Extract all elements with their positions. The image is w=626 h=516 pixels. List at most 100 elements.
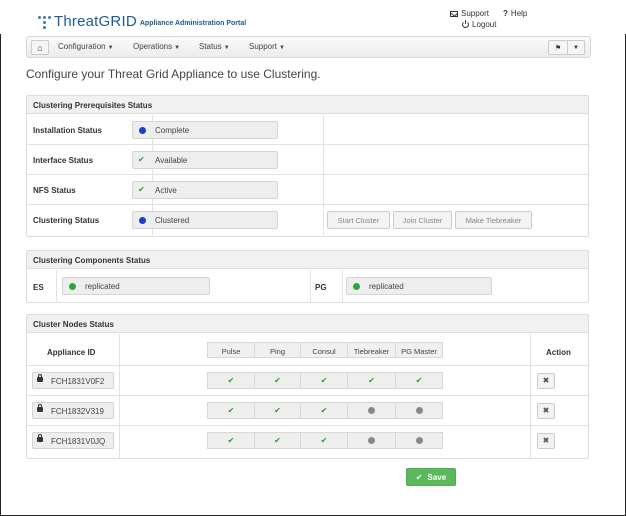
check-icon: ✔ [227,436,235,445]
pulse-status: ✔ [207,402,255,419]
tiebreaker-status [347,402,396,419]
gray-dot-icon [368,407,375,414]
nav-operations[interactable]: Operations ▼ [133,42,180,51]
row-label: Clustering Status [33,216,100,225]
close-icon: ✖ [542,406,550,415]
row-label: Installation Status [33,126,102,135]
row-label: Interface Status [33,156,94,165]
field-value: Clustered [155,216,190,225]
check-icon: ✔ [320,406,328,415]
save-button[interactable]: ✔ Save [406,468,456,486]
check-icon: ✔ [320,376,328,385]
flag-button[interactable]: ⚑ [548,40,568,55]
caret-down-icon: ▼ [107,45,114,51]
check-icon: ✔ [274,406,281,415]
app-header: ThreatGRID Appliance Administration Port… [0,0,626,34]
appliance-id-header: Appliance ID [47,348,96,357]
gray-dot-icon [415,437,423,444]
col-header-ping: Ping [254,342,301,358]
gray-dot-icon [368,437,375,444]
nodes-panel-title: Cluster Nodes Status [27,315,588,333]
help-link[interactable]: ? Help [503,9,527,18]
green-dot-icon [353,283,360,290]
appliance-id-value: FCH1831V0JQ [51,437,106,446]
help-link-label: Help [510,9,528,18]
save-button-label: Save [427,472,447,482]
caret-down-icon: ▼ [573,44,579,51]
logo-text: ThreatGRID [54,13,137,30]
tiebreaker-status [347,432,396,449]
join-cluster-button[interactable]: Join Cluster [393,211,452,229]
check-icon: ✔ [320,436,328,445]
check-icon: ✔ [274,376,281,385]
nodes-panel: Cluster Nodes Status Appliance ID Pulse … [26,314,589,459]
components-panel-title: Clustering Components Status [27,251,588,269]
table-row: FCH1831V0JQ ✔ ✔ ✔ ✖ [27,425,588,455]
pg-status-field: replicated [346,277,492,295]
caret-down-icon: ▼ [279,45,285,51]
remove-node-button[interactable]: ✖ [537,403,555,419]
appliance-id-field: FCH1831V0F2 [32,372,114,389]
prereq-panel: Clustering Prerequisites Status Installa… [26,95,589,237]
make-tiebreaker-button[interactable]: Make Tiebreaker [455,211,532,229]
support-link-label: Support [461,9,490,18]
nav-operations-label: Operations [133,42,173,51]
question-icon: ? [503,9,508,18]
check-icon: ✔ [274,436,281,445]
prereq-row-nfs: NFS Status ✔ Active [27,175,588,205]
es-status-field: replicated [62,277,210,295]
start-cluster-button[interactable]: Start Cluster [327,211,390,229]
nav-configuration[interactable]: Configuration ▼ [58,42,114,51]
clustering-status-field: Clustered [132,211,278,229]
threatgrid-logo: ThreatGRID Appliance Administration Port… [38,10,246,30]
pulse-status: ✔ [207,372,255,389]
caret-down-icon: ▼ [174,45,181,51]
flag-icon: ⚑ [554,44,562,52]
close-icon: ✖ [542,376,550,385]
check-icon: ✔ [415,472,423,482]
remove-node-button[interactable]: ✖ [537,433,555,449]
check-icon: ✔ [227,406,235,415]
check-icon: ✔ [138,155,145,164]
field-value: Available [155,156,188,165]
col-header-tiebreaker: Tiebreaker [347,342,396,358]
field-value: Active [155,186,177,195]
interface-status-field: ✔ Available [132,151,278,169]
nav-support[interactable]: Support ▼ [249,42,285,51]
lock-icon [37,374,43,382]
tiebreaker-status: ✔ [347,372,396,389]
field-value: replicated [85,282,120,291]
action-header: Action [546,348,571,357]
ping-status: ✔ [254,402,301,419]
support-link[interactable]: Support [450,9,489,18]
appliance-id-field: FCH1831V0JQ [32,432,114,449]
main-navbar: ⌂ Configuration ▼ Operations ▼ Status ▼ Sup… [26,36,591,58]
nav-status-label: Status [199,42,222,51]
flag-dropdown-toggle[interactable]: ▼ [568,40,585,55]
table-row: FCH1831V0F2 ✔ ✔ ✔ ✔ ✔ ✖ [27,365,588,395]
installation-status-field: Complete [132,121,278,139]
nav-support-label: Support [249,42,278,51]
logout-link[interactable]: Logout [462,20,537,29]
field-value: replicated [369,282,404,291]
pg-master-status: ✔ [395,372,443,389]
pulse-status: ✔ [207,432,255,449]
col-header-pulse: Pulse [207,342,255,358]
pg-master-status [395,432,443,449]
pg-master-status [395,402,443,419]
check-icon: ✔ [227,376,235,385]
consul-status: ✔ [300,432,348,449]
close-icon: ✖ [542,436,550,445]
remove-node-button[interactable]: ✖ [537,373,555,389]
ping-status: ✔ [254,432,301,449]
appliance-id-value: FCH1832V319 [51,407,104,416]
home-button[interactable]: ⌂ [31,40,49,55]
row-label: NFS Status [33,186,76,195]
check-icon: ✔ [138,185,145,194]
check-icon: ✔ [415,376,423,385]
power-icon [462,20,469,28]
nav-status[interactable]: Status ▼ [199,42,230,51]
table-row: FCH1832V319 ✔ ✔ ✔ ✖ [27,395,588,425]
ping-status: ✔ [254,372,301,389]
logout-link-label: Logout [472,20,497,29]
